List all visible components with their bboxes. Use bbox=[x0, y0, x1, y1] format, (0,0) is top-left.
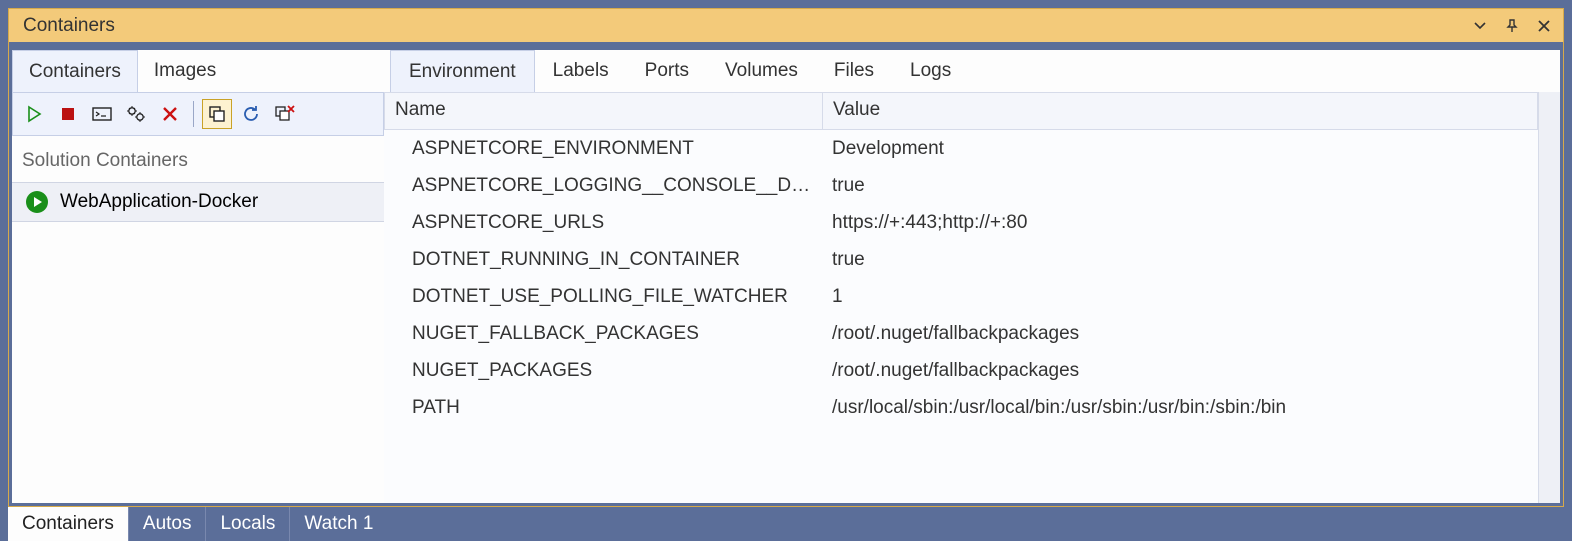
column-header-name[interactable]: Name bbox=[385, 93, 823, 129]
env-name: DOTNET_USE_POLLING_FILE_WATCHER bbox=[384, 286, 822, 308]
settings-button[interactable] bbox=[121, 99, 151, 129]
dock-tab-label: Locals bbox=[220, 513, 275, 535]
tab-label: Ports bbox=[645, 60, 689, 82]
group-header: Solution Containers bbox=[12, 142, 384, 182]
container-name: WebApplication-Docker bbox=[60, 191, 258, 213]
table-row[interactable]: DOTNET_RUNNING_IN_CONTAINERtrue bbox=[384, 241, 1538, 278]
containers-list: Solution Containers WebApplication-Docke… bbox=[12, 136, 384, 503]
tab-label: Logs bbox=[910, 60, 951, 82]
env-name: ASPNETCORE_LOGGING__CONSOLE__DISA… bbox=[384, 175, 822, 197]
table-row[interactable]: NUGET_FALLBACK_PACKAGES/root/.nuget/fall… bbox=[384, 315, 1538, 352]
stop-button[interactable] bbox=[53, 99, 83, 129]
content-area: Containers Images bbox=[8, 42, 1564, 507]
env-name: NUGET_FALLBACK_PACKAGES bbox=[384, 323, 822, 345]
table-row[interactable]: ASPNETCORE_URLShttps://+:443;http://+:80 bbox=[384, 204, 1538, 241]
table-row[interactable]: PATH/usr/local/sbin:/usr/local/bin:/usr/… bbox=[384, 389, 1538, 426]
panels: Containers Images bbox=[12, 50, 1560, 503]
terminal-button[interactable] bbox=[87, 99, 117, 129]
env-value: /root/.nuget/fallbackpackages bbox=[822, 360, 1538, 382]
dock-tabs: Containers Autos Locals Watch 1 bbox=[0, 507, 1572, 541]
tool-window-frame: Containers Containers Images bbox=[0, 0, 1572, 507]
dropdown-icon[interactable] bbox=[1471, 17, 1489, 35]
column-header-value[interactable]: Value bbox=[823, 93, 1537, 129]
title-bar: Containers bbox=[8, 8, 1564, 42]
dock-tab-label: Watch 1 bbox=[304, 513, 373, 535]
tab-volumes[interactable]: Volumes bbox=[707, 50, 816, 92]
dock-tab-watch1[interactable]: Watch 1 bbox=[289, 507, 387, 541]
delete-button[interactable] bbox=[155, 99, 185, 129]
tab-labels[interactable]: Labels bbox=[535, 50, 627, 92]
env-value: /usr/local/sbin:/usr/local/bin:/usr/sbin… bbox=[822, 397, 1538, 419]
left-pane: Containers Images bbox=[12, 50, 384, 503]
env-name: DOTNET_RUNNING_IN_CONTAINER bbox=[384, 249, 822, 271]
tab-label: Containers bbox=[29, 61, 121, 83]
window-title: Containers bbox=[23, 15, 1471, 37]
refresh-button[interactable] bbox=[236, 99, 266, 129]
start-button[interactable] bbox=[19, 99, 49, 129]
table-row[interactable]: ASPNETCORE_LOGGING__CONSOLE__DISA…true bbox=[384, 167, 1538, 204]
env-name: ASPNETCORE_ENVIRONMENT bbox=[384, 138, 822, 160]
tab-label: Files bbox=[834, 60, 874, 82]
scrollbar[interactable] bbox=[1538, 92, 1560, 503]
tab-containers[interactable]: Containers bbox=[12, 50, 138, 92]
dock-tab-locals[interactable]: Locals bbox=[205, 507, 289, 541]
env-value: true bbox=[822, 249, 1538, 271]
dock-tab-label: Autos bbox=[143, 513, 192, 535]
env-name: PATH bbox=[384, 397, 822, 419]
tab-files[interactable]: Files bbox=[816, 50, 892, 92]
close-icon[interactable] bbox=[1535, 17, 1553, 35]
toolbar bbox=[12, 92, 384, 136]
pin-icon[interactable] bbox=[1503, 17, 1521, 35]
tab-label: Environment bbox=[409, 61, 516, 83]
title-bar-buttons bbox=[1471, 17, 1553, 35]
env-name: NUGET_PACKAGES bbox=[384, 360, 822, 382]
grid-header: Name Value bbox=[384, 92, 1538, 130]
container-list-item[interactable]: WebApplication-Docker bbox=[12, 182, 384, 222]
env-value: /root/.nuget/fallbackpackages bbox=[822, 323, 1538, 345]
grid-body: ASPNETCORE_ENVIRONMENTDevelopment ASPNET… bbox=[384, 130, 1538, 503]
prune-button[interactable] bbox=[270, 99, 300, 129]
tab-images[interactable]: Images bbox=[138, 50, 232, 92]
detail-tabs: Environment Labels Ports Volumes Files L… bbox=[384, 50, 1560, 92]
tab-label: Labels bbox=[553, 60, 609, 82]
env-value: true bbox=[822, 175, 1538, 197]
dock-tab-containers[interactable]: Containers bbox=[8, 507, 128, 541]
right-pane: Environment Labels Ports Volumes Files L… bbox=[384, 50, 1560, 503]
env-value: 1 bbox=[822, 286, 1538, 308]
tab-label: Volumes bbox=[725, 60, 798, 82]
table-row[interactable]: ASPNETCORE_ENVIRONMENTDevelopment bbox=[384, 130, 1538, 167]
env-value: Development bbox=[822, 138, 1538, 160]
table-row[interactable]: DOTNET_USE_POLLING_FILE_WATCHER1 bbox=[384, 278, 1538, 315]
dock-tab-autos[interactable]: Autos bbox=[128, 507, 206, 541]
env-value: https://+:443;http://+:80 bbox=[822, 212, 1538, 234]
tab-logs[interactable]: Logs bbox=[892, 50, 969, 92]
copy-button[interactable] bbox=[202, 99, 232, 129]
dock-tab-label: Containers bbox=[22, 513, 114, 535]
left-tabs: Containers Images bbox=[12, 50, 384, 92]
table-row[interactable]: NUGET_PACKAGES/root/.nuget/fallbackpacka… bbox=[384, 352, 1538, 389]
tab-label: Images bbox=[154, 60, 216, 82]
toolbar-separator bbox=[193, 101, 194, 127]
tab-environment[interactable]: Environment bbox=[390, 50, 535, 92]
tab-ports[interactable]: Ports bbox=[627, 50, 707, 92]
running-icon bbox=[26, 191, 48, 213]
env-name: ASPNETCORE_URLS bbox=[384, 212, 822, 234]
